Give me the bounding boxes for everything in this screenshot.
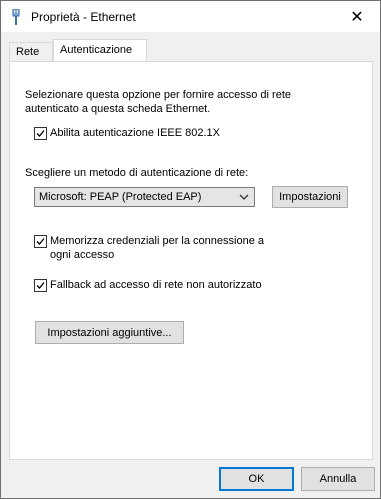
fallback-checkbox[interactable]	[34, 279, 47, 292]
tab-autenticazione[interactable]: Autenticazione	[53, 39, 147, 61]
close-button[interactable]: ✕	[334, 1, 380, 32]
tab-rete[interactable]: Rete	[9, 42, 53, 61]
auth-method-value: Microsoft: PEAP (Protected EAP)	[39, 191, 202, 203]
title-bar[interactable]: Proprietà - Ethernet ✕	[1, 1, 380, 32]
network-cable-icon	[12, 9, 20, 25]
method-label: Scegliere un metodo di autenticazione di…	[25, 167, 249, 179]
additional-settings-button[interactable]: Impostazioni aggiuntive...	[35, 321, 184, 344]
properties-dialog: Proprietà - Ethernet ✕ Rete Autenticazio…	[0, 0, 381, 499]
settings-button[interactable]: Impostazioni	[272, 186, 348, 208]
auth-method-select[interactable]: Microsoft: PEAP (Protected EAP)	[34, 187, 255, 207]
checkmark-icon	[36, 238, 45, 245]
enable-8021x-checkbox[interactable]	[34, 127, 47, 140]
cancel-button[interactable]: Annulla	[301, 467, 375, 491]
close-icon: ✕	[350, 8, 364, 26]
window-title: Proprietà - Ethernet	[31, 10, 136, 24]
ok-button[interactable]: OK	[219, 467, 294, 491]
description-text: Selezionare questa opzione per fornire a…	[25, 89, 291, 115]
chevron-down-icon	[239, 194, 249, 200]
fallback-label[interactable]: Fallback ad accesso di rete non autorizz…	[50, 278, 262, 292]
checkmark-icon	[36, 130, 45, 137]
remember-credentials-label[interactable]: Memorizza credenziali per la connessione…	[50, 234, 280, 262]
enable-8021x-label[interactable]: Abilita autenticazione IEEE 802.1X	[50, 126, 220, 140]
checkmark-icon	[36, 282, 45, 289]
remember-credentials-checkbox[interactable]	[34, 235, 47, 248]
